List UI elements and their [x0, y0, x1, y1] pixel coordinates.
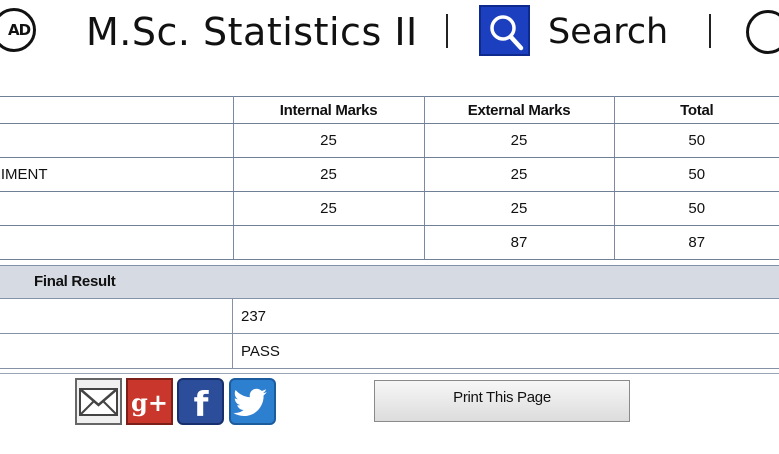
final-result-header: Final Result [0, 265, 779, 299]
result-status-value: PASS [241, 343, 280, 360]
result-row-status: PASS [0, 334, 779, 369]
share-google-plus-button[interactable]: g+ [126, 378, 173, 425]
divider [232, 299, 233, 333]
share-twitter-button[interactable] [229, 378, 276, 425]
header-divider [446, 14, 448, 48]
subject-cell [0, 225, 234, 260]
total-cell: 50 [614, 157, 779, 192]
svg-text:g+: g+ [131, 388, 168, 417]
external-cell: 25 [424, 157, 615, 192]
internal-cell: 25 [233, 157, 425, 192]
divider [0, 373, 779, 374]
google-plus-icon: g+ [131, 388, 168, 417]
internal-cell: 25 [233, 123, 425, 158]
external-cell: 25 [424, 191, 615, 226]
logo[interactable]: AD [0, 8, 36, 52]
internal-cell [233, 225, 425, 260]
table-row: 25 25 50 [0, 191, 779, 226]
twitter-icon [233, 388, 267, 416]
internal-cell: 25 [233, 191, 425, 226]
subject-cell [0, 123, 234, 158]
column-header-internal: Internal Marks [233, 96, 425, 124]
external-cell: 25 [424, 123, 615, 158]
marks-table: Internal Marks External Marks Total 25 2… [0, 96, 779, 260]
subject-cell: ERIMENT [0, 157, 234, 192]
result-row-total: 237 [0, 299, 779, 334]
mail-icon [79, 388, 118, 416]
total-cell: 50 [614, 123, 779, 158]
share-mail-button[interactable] [75, 378, 122, 425]
print-page-button[interactable]: Print This Page [374, 380, 630, 422]
column-header-external: External Marks [424, 96, 615, 124]
column-header [0, 96, 234, 124]
grand-total-value: 237 [241, 308, 267, 325]
share-facebook-button[interactable]: f [177, 378, 224, 425]
logo-text: AD [7, 21, 31, 39]
external-cell: 87 [424, 225, 615, 260]
divider [232, 334, 233, 368]
table-row: ERIMENT 25 25 50 [0, 157, 779, 192]
search-button[interactable] [479, 5, 530, 56]
column-header-total: Total [614, 96, 779, 124]
app-header: AD M.Sc. Statistics II Search [0, 0, 779, 68]
subject-cell [0, 191, 234, 226]
facebook-icon: f [194, 385, 210, 423]
table-header-row: Internal Marks External Marks Total [0, 96, 779, 124]
total-cell: 87 [614, 225, 779, 260]
table-row: 25 25 50 [0, 123, 779, 158]
page-title: M.Sc. Statistics II [86, 10, 418, 54]
table-row: 87 87 [0, 225, 779, 260]
total-cell: 50 [614, 191, 779, 226]
search-icon [490, 15, 524, 51]
menu-circle-icon[interactable] [746, 10, 779, 54]
svg-text:f: f [194, 385, 210, 423]
search-label[interactable]: Search [548, 9, 668, 55]
header-divider [709, 14, 711, 48]
final-result-title: Final Result [34, 273, 116, 290]
